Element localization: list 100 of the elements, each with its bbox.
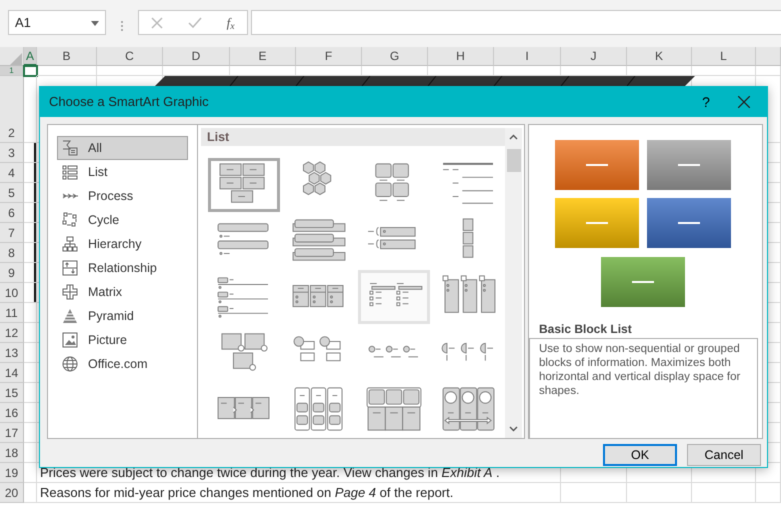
column-header[interactable]: B	[37, 47, 97, 66]
sheet-cell[interactable]	[97, 66, 163, 76]
layout-thumbnail[interactable]	[208, 158, 280, 212]
column-header[interactable]: K	[627, 47, 692, 66]
sheet-cell[interactable]	[24, 183, 37, 203]
sheet-cell[interactable]	[24, 343, 37, 363]
sheet-cell[interactable]	[24, 443, 37, 463]
column-header[interactable]: E	[230, 47, 296, 66]
scroll-down-icon[interactable]	[509, 426, 518, 432]
row-header[interactable]: 5	[0, 183, 24, 203]
name-box[interactable]: A1	[8, 10, 106, 35]
sheet-cell[interactable]	[24, 263, 37, 283]
category-item[interactable]: Cycle	[57, 208, 188, 232]
category-item[interactable]: All	[57, 136, 188, 160]
dialog-title: Choose a SmartArt Graphic	[49, 93, 209, 112]
layout-description: Use to show non-sequential or grouped blocks of information. Maximizes both horizontal and vertical display space for shapes.	[529, 338, 758, 439]
row-header[interactable]: 10	[0, 283, 24, 303]
row-header[interactable]: 2	[0, 76, 24, 143]
column-header[interactable]: I	[494, 47, 561, 66]
sheet-cell[interactable]	[24, 243, 37, 263]
sheet-cell[interactable]	[24, 363, 37, 383]
sheet-cell[interactable]	[756, 483, 781, 503]
globe-icon	[62, 356, 78, 372]
row-header[interactable]: 7	[0, 223, 24, 243]
cycle-icon	[62, 212, 78, 228]
ok-button[interactable]: OK	[603, 444, 677, 466]
insert-function-button[interactable]: f$_{x}$	[226, 12, 235, 32]
sheet-cell[interactable]	[24, 163, 37, 183]
sheet-cell[interactable]	[24, 463, 37, 483]
cell-text: Reasons for mid-year price changes mentioned on Page 4 of the report.	[37, 483, 561, 503]
row-header[interactable]: 16	[0, 403, 24, 423]
row-header[interactable]: 12	[0, 323, 24, 343]
scroll-up-icon[interactable]	[509, 134, 518, 140]
hierarchy-icon	[62, 236, 78, 252]
column-header[interactable]: C	[97, 47, 163, 66]
category-item[interactable]: Hierarchy	[57, 232, 188, 256]
row-header[interactable]: 1	[0, 66, 24, 76]
category-item[interactable]: List	[57, 160, 188, 184]
arrows-box-icon	[62, 260, 78, 276]
caret-icon	[91, 20, 99, 26]
sheet-cell[interactable]	[24, 403, 37, 423]
row-header[interactable]: 17	[0, 423, 24, 443]
row-header[interactable]: 14	[0, 363, 24, 383]
category-item[interactable]: Office.com	[57, 352, 188, 376]
column-header[interactable]: J	[561, 47, 627, 66]
sheet-cell[interactable]	[692, 483, 756, 503]
row-header[interactable]: 19	[0, 463, 24, 483]
category-item[interactable]: Matrix	[57, 280, 188, 304]
sheet-cell[interactable]	[37, 66, 97, 76]
grip-icon	[120, 20, 124, 32]
scrollbar-thumb[interactable]	[506, 149, 520, 172]
row-header[interactable]: 9	[0, 263, 24, 283]
sheet-cell[interactable]	[561, 483, 627, 503]
column-header[interactable]: A	[24, 47, 37, 66]
row-header[interactable]: 18	[0, 443, 24, 463]
column-header[interactable]: H	[428, 47, 494, 66]
sheet-cell[interactable]	[24, 283, 37, 303]
pyramid-icon	[62, 308, 78, 324]
sheet-cell[interactable]	[24, 423, 37, 443]
column-header[interactable]	[756, 47, 781, 66]
sheet-cell[interactable]	[24, 303, 37, 323]
formula-field[interactable]	[251, 10, 781, 35]
row-header[interactable]: 15	[0, 383, 24, 403]
sheet-cell[interactable]	[24, 383, 37, 403]
row-header[interactable]: 20	[0, 483, 24, 503]
layout-title: Basic Block List	[538, 321, 633, 336]
row-header[interactable]: 11	[0, 303, 24, 323]
help-button[interactable]: ?	[691, 92, 721, 112]
column-header[interactable]: G	[362, 47, 428, 66]
column-header[interactable]: L	[692, 47, 756, 66]
category-item[interactable]: Picture	[57, 328, 188, 352]
check-icon[interactable]	[188, 16, 202, 28]
sheet-cell[interactable]	[692, 66, 756, 76]
column-header[interactable]: F	[296, 47, 362, 66]
sheet-cell[interactable]	[756, 66, 781, 76]
cancel-button[interactable]: Cancel	[687, 444, 761, 466]
sheet-cell[interactable]	[24, 483, 37, 503]
matrix-icon	[62, 284, 78, 300]
column-header[interactable]: D	[163, 47, 230, 66]
list-icon	[62, 164, 78, 180]
sheet-cell[interactable]	[24, 323, 37, 343]
category-item[interactable]: Process	[57, 184, 188, 208]
sheet-cell[interactable]	[627, 483, 692, 503]
cancel-icon[interactable]	[151, 16, 164, 28]
sigma-list-icon	[62, 140, 78, 156]
close-icon	[738, 96, 750, 108]
row-header[interactable]: 3	[0, 143, 24, 163]
sheet-cell[interactable]	[24, 203, 37, 223]
category-item[interactable]: Relationship	[57, 256, 188, 280]
row-header[interactable]: 4	[0, 163, 24, 183]
sheet-cell[interactable]	[24, 143, 37, 163]
sheet-cell[interactable]	[24, 76, 37, 143]
category-item[interactable]: Pyramid	[57, 304, 188, 328]
picture-icon	[62, 332, 78, 348]
row-header[interactable]: 6	[0, 203, 24, 223]
gallery-header: List	[201, 128, 505, 146]
active-cell[interactable]	[24, 66, 37, 76]
sheet-cell[interactable]	[24, 223, 37, 243]
row-header[interactable]: 8	[0, 243, 24, 263]
row-header[interactable]: 13	[0, 343, 24, 363]
